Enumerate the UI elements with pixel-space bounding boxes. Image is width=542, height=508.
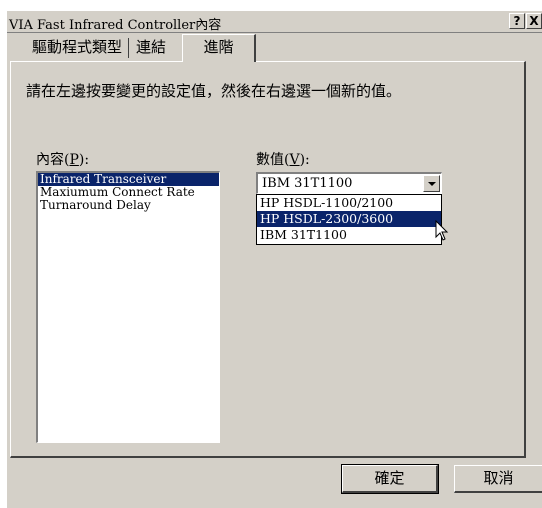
property-label: 內容(P):	[36, 152, 90, 168]
dropdown-option[interactable]: HP HSDL-1100/2100	[257, 195, 441, 211]
chevron-down-icon	[428, 182, 436, 186]
property-listbox[interactable]: Infrared Transceiver Maxiumum Connect Ra…	[36, 171, 220, 443]
value-dropdown-list[interactable]: HP HSDL-1100/2100 HP HSDL-2300/3600 IBM …	[256, 194, 442, 245]
cancel-button[interactable]: 取消	[454, 465, 542, 493]
dropdown-option[interactable]: IBM 31T1100	[257, 227, 441, 243]
window-title: VIA Fast Infrared Controller內容	[9, 18, 222, 33]
dropdown-button[interactable]	[423, 175, 440, 192]
mouse-cursor-icon	[435, 220, 449, 241]
list-item[interactable]: Turnaround Delay	[38, 199, 219, 212]
ok-button[interactable]: 確定	[341, 464, 439, 494]
help-button[interactable]: ?	[509, 13, 525, 29]
tab-driver-type[interactable]: 驅動程式類型	[26, 36, 128, 60]
close-button[interactable]: X	[526, 13, 542, 29]
tab-divider	[128, 38, 129, 58]
tab-advanced[interactable]: 進階	[182, 34, 256, 62]
value-label: 數值(V):	[256, 152, 310, 168]
title-bar: VIA Fast Infrared Controller內容 ? X	[7, 11, 542, 33]
tab-link[interactable]: 連結	[130, 36, 172, 60]
dropdown-option[interactable]: HP HSDL-2300/3600	[257, 211, 441, 227]
instruction-text: 請在左邊按要變更的設定值，然後在右邊選一個新的值。	[26, 82, 402, 100]
combobox-value: IBM 31T1100	[262, 176, 353, 191]
value-combobox[interactable]: IBM 31T1100	[256, 172, 442, 194]
